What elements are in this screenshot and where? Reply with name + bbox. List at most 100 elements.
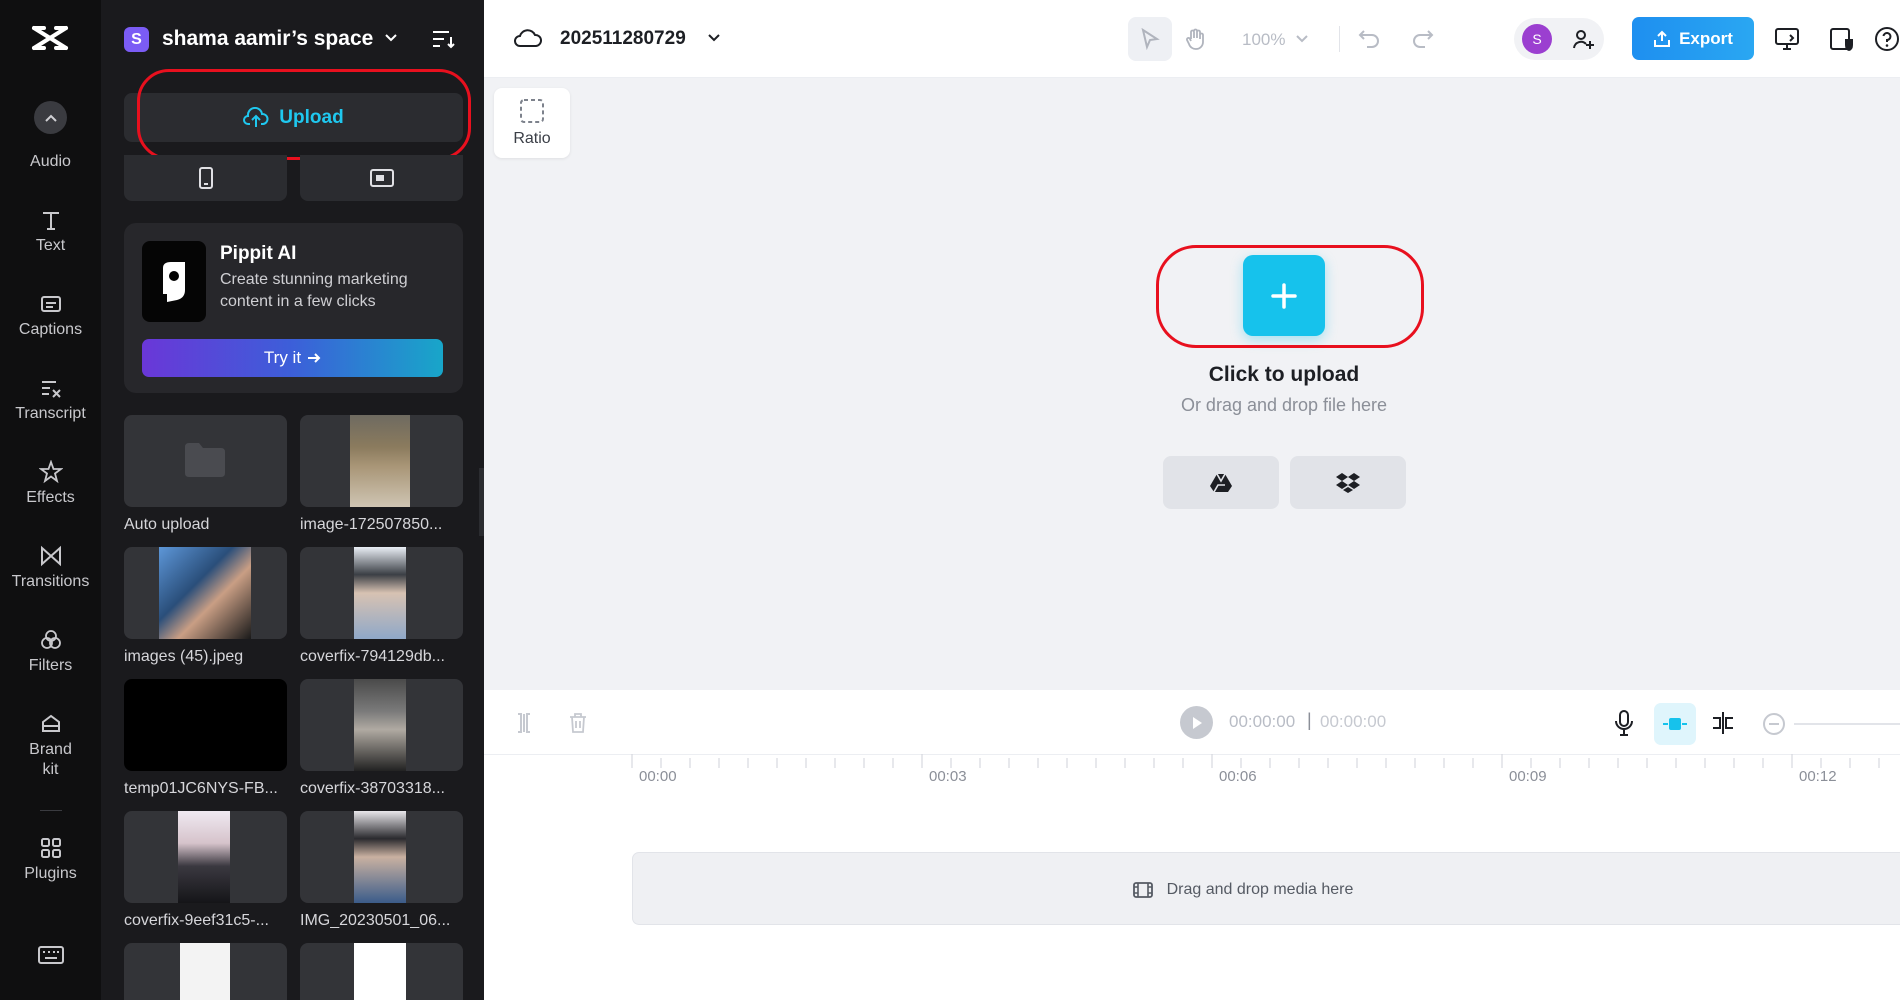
thumbnail-image bbox=[159, 547, 251, 639]
shield-icon bbox=[1830, 28, 1853, 51]
timeline-panel: 00:00:00 | 00:00:00 00:00 00:03 00:06 00… bbox=[484, 690, 1900, 1000]
record-screen-button[interactable] bbox=[300, 155, 463, 201]
rail-captions[interactable]: Captions bbox=[0, 292, 101, 340]
media-label: images (45).jpeg bbox=[124, 648, 244, 665]
rail-text[interactable]: Text bbox=[0, 208, 101, 256]
rail-transitions[interactable]: Transitions bbox=[0, 544, 101, 592]
app-logo[interactable] bbox=[30, 22, 70, 54]
hand-tool-button[interactable] bbox=[1184, 27, 1208, 51]
split-button[interactable] bbox=[514, 712, 534, 734]
top-bar: 202511280729 100% S Export bbox=[484, 0, 1900, 78]
rail-transcript[interactable]: Transcript bbox=[0, 376, 101, 424]
pippit-promo-card: Pippit AI Create stunning marketing cont… bbox=[124, 223, 463, 393]
record-audio-button[interactable] bbox=[1614, 710, 1634, 736]
export-icon bbox=[1654, 30, 1671, 47]
brand-kit-icon bbox=[41, 714, 60, 732]
tick-label: 00:03 bbox=[929, 768, 967, 785]
play-button[interactable] bbox=[1180, 706, 1213, 739]
split-track-button[interactable] bbox=[1710, 711, 1736, 735]
media-tile[interactable] bbox=[300, 679, 463, 771]
redo-icon bbox=[1413, 30, 1434, 48]
effects-icon bbox=[38, 460, 63, 484]
keyboard-shortcuts-button[interactable] bbox=[38, 945, 64, 965]
upload-from-phone-button[interactable] bbox=[124, 155, 287, 201]
media-label: coverfix-9eef31c5-... bbox=[124, 912, 269, 929]
redo-button[interactable] bbox=[1412, 28, 1434, 48]
minus-circle-icon bbox=[1763, 713, 1785, 735]
editor-app: Audio Text Captions Transcript Effects T… bbox=[0, 0, 1900, 1000]
media-tile[interactable] bbox=[300, 811, 463, 903]
select-tool-button[interactable] bbox=[1128, 17, 1172, 61]
try-it-button[interactable]: Try it bbox=[142, 339, 443, 377]
cloud-icon bbox=[514, 27, 542, 49]
text-icon bbox=[42, 212, 59, 230]
trash-icon bbox=[570, 713, 586, 733]
captions-icon bbox=[40, 296, 61, 312]
plugins-icon bbox=[40, 838, 61, 858]
chevron-down-icon[interactable] bbox=[1296, 34, 1308, 44]
auto-snap-toggle[interactable] bbox=[1654, 703, 1696, 745]
google-drive-button[interactable] bbox=[1163, 456, 1279, 509]
promo-title: Pippit AI bbox=[220, 243, 297, 264]
sort-icon[interactable] bbox=[431, 28, 455, 50]
thumbnail-image bbox=[354, 547, 406, 639]
dropbox-button[interactable] bbox=[1290, 456, 1406, 509]
security-button[interactable] bbox=[1829, 26, 1855, 52]
avatar[interactable]: S bbox=[1522, 24, 1552, 54]
thumbnail-image bbox=[178, 811, 230, 903]
magnet-snap-icon bbox=[1663, 718, 1687, 730]
folder-icon bbox=[185, 443, 225, 477]
media-tile[interactable] bbox=[300, 943, 463, 1000]
present-button[interactable] bbox=[1774, 26, 1800, 52]
chevron-down-icon[interactable] bbox=[384, 30, 398, 44]
rail-audio[interactable]: Audio bbox=[0, 152, 101, 172]
ratio-button[interactable]: Ratio bbox=[494, 88, 570, 158]
help-icon bbox=[1875, 27, 1899, 51]
rail-brand-kit[interactable]: Brand kit bbox=[0, 712, 101, 780]
media-tile[interactable] bbox=[124, 547, 287, 639]
tick-label: 00:12 bbox=[1799, 768, 1837, 785]
media-tile[interactable] bbox=[300, 547, 463, 639]
rail-plugins[interactable]: Plugins bbox=[0, 836, 101, 884]
help-button[interactable] bbox=[1874, 26, 1900, 52]
rail-effects[interactable]: Effects bbox=[0, 460, 101, 508]
media-label: coverfix-38703318... bbox=[300, 780, 445, 797]
thumbnail-image bbox=[354, 811, 406, 903]
media-label: temp01JC6NYS-FB... bbox=[124, 780, 278, 797]
media-tile[interactable] bbox=[124, 679, 287, 771]
left-tool-rail: Audio Text Captions Transcript Effects T… bbox=[0, 0, 101, 1000]
export-button[interactable]: Export bbox=[1632, 17, 1754, 60]
media-tile[interactable] bbox=[124, 811, 287, 903]
promo-description: Create stunning marketing content in a f… bbox=[220, 271, 408, 310]
delete-button[interactable] bbox=[568, 712, 588, 734]
scroll-up-button[interactable] bbox=[34, 101, 67, 134]
total-time: 00:00:00 bbox=[1320, 712, 1387, 731]
add-media-highlight-ring bbox=[1156, 245, 1424, 348]
workspace-name[interactable]: shama aamir’s space bbox=[162, 26, 373, 52]
split-track-icon bbox=[1713, 712, 1733, 734]
undo-icon bbox=[1358, 30, 1379, 48]
tick-label: 00:00 bbox=[639, 768, 677, 785]
project-title[interactable]: 202511280729 bbox=[560, 27, 686, 51]
media-library-panel: S shama aamir’s space Upload Pippit AI C… bbox=[101, 0, 484, 1000]
add-user-icon bbox=[1573, 30, 1594, 49]
zoom-level[interactable]: 100% bbox=[1242, 30, 1285, 50]
toolbar-divider bbox=[1339, 26, 1340, 52]
cursor-icon bbox=[1141, 28, 1160, 50]
invite-collaborator-button[interactable] bbox=[1572, 28, 1596, 50]
zoom-slider-track[interactable] bbox=[1794, 723, 1900, 725]
keyboard-icon bbox=[38, 946, 64, 964]
drop-hint: Drag and drop media here bbox=[633, 853, 1853, 926]
media-drop-track[interactable]: Drag and drop media here bbox=[632, 852, 1900, 925]
thumbnail-image bbox=[180, 943, 230, 1000]
media-tile[interactable] bbox=[300, 415, 463, 507]
current-time: 00:00:00 bbox=[1229, 712, 1296, 731]
rail-filters[interactable]: Filters bbox=[0, 628, 101, 676]
undo-button[interactable] bbox=[1358, 28, 1380, 48]
upload-highlight-ring bbox=[137, 69, 471, 160]
zoom-out-button[interactable] bbox=[1762, 712, 1786, 736]
chevron-down-icon[interactable] bbox=[707, 32, 721, 44]
media-tile[interactable] bbox=[124, 415, 287, 507]
upload-subtitle: Or drag and drop file here bbox=[1180, 395, 1388, 415]
media-tile[interactable] bbox=[124, 943, 287, 1000]
